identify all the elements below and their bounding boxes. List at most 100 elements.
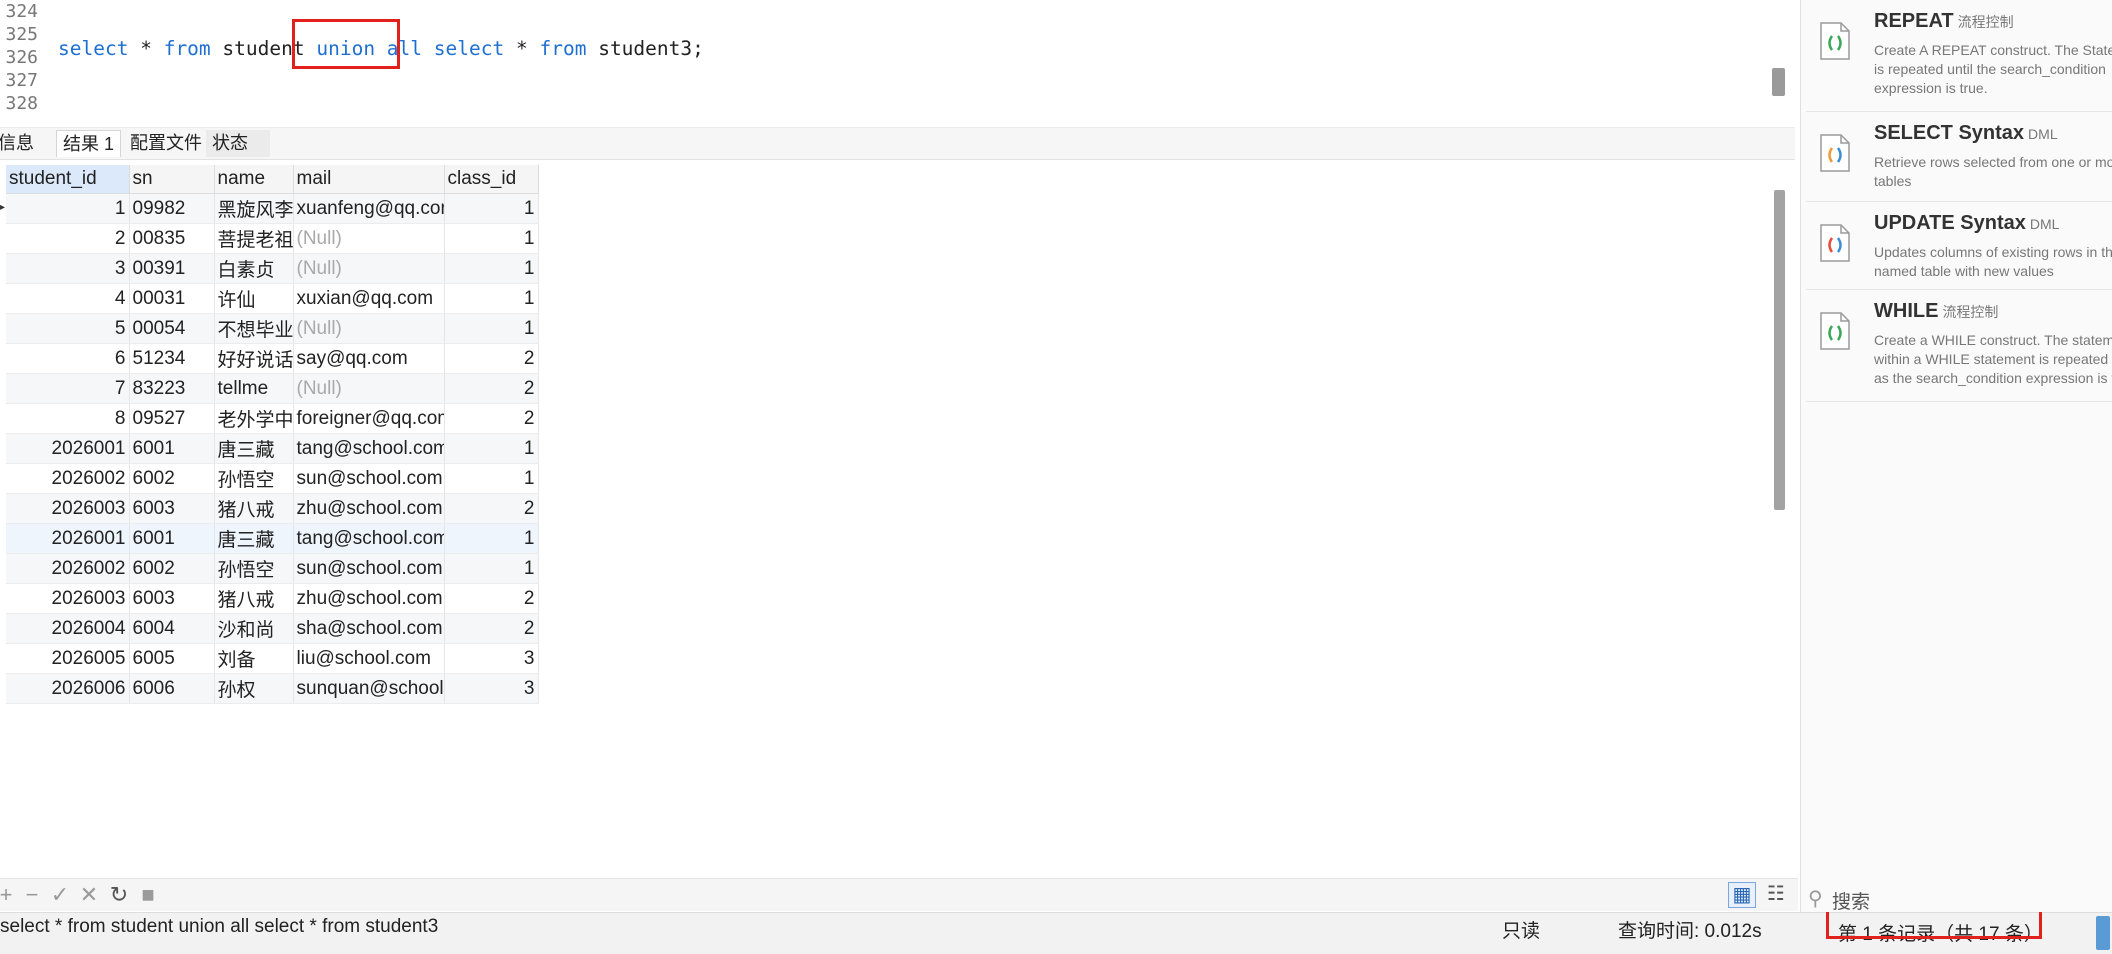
table-cell-mail[interactable]: (Null) [293, 223, 445, 254]
table-row[interactable]: 109982黑旋风李逵xuanfeng@qq.com1 [6, 193, 539, 224]
table-row[interactable]: 2026003 6003 猪八戒 zhu@school.com 2 [6, 493, 539, 524]
check-icon[interactable]: ✓ [48, 883, 72, 907]
table-row[interactable]: 6 51234 好好说话 say@qq.com 2 [6, 343, 539, 374]
table-cell-name[interactable]: 唐三藏 [214, 523, 294, 554]
table-cell-student-id[interactable]: 2026001 [6, 523, 130, 554]
table-cell-mail[interactable]: (Null) [293, 373, 445, 404]
table-cell-mail[interactable]: tang@school.com [293, 433, 445, 464]
table-cell-class-id[interactable]: 1 [444, 283, 539, 314]
table-cell-class-id[interactable]: 2 [444, 613, 539, 644]
snippet-item[interactable]: SELECT Syntax DML Retrieve rows selected f… [1806, 112, 2112, 202]
table-cell-mail[interactable]: xuanfeng@qq.com [293, 193, 445, 224]
tab-profile[interactable]: 配置文件 [124, 130, 208, 157]
table-cell-student-id[interactable]: 2026001 [6, 433, 130, 464]
table-cell-student-id[interactable]: 1 [6, 193, 130, 224]
table-row[interactable]: 2026004 6004 沙和尚 sha@school.com 2 [6, 613, 539, 644]
table-row[interactable]: 3 00391 白素贞 (Null) 1 [6, 253, 539, 284]
table-cell-class-id[interactable]: 1 [444, 523, 539, 554]
table-cell-class-id[interactable]: 2 [444, 343, 539, 374]
table-cell-name[interactable]: 猪八戒 [214, 493, 294, 524]
plus-icon[interactable]: + [0, 883, 18, 907]
table-cell-class-id[interactable]: 2 [444, 493, 539, 524]
table-cell-sn[interactable]: 00391 [129, 253, 215, 284]
column-header-name[interactable]: name [214, 165, 294, 194]
table-cell-name[interactable]: 黑旋风李逵 [214, 193, 294, 224]
table-cell-name[interactable]: 菩提老祖 [214, 223, 294, 254]
table-cell-sn[interactable]: 00835 [129, 223, 215, 254]
table-cell-student-id[interactable]: 2026005 [6, 643, 130, 674]
table-cell-class-id[interactable]: 1 [444, 253, 539, 284]
grid-scrollbar[interactable] [1774, 190, 1785, 510]
table-cell-mail[interactable]: zhu@school.com [293, 493, 445, 524]
table-cell-class-id[interactable]: 3 [444, 643, 539, 674]
table-cell-name[interactable]: 老外学中文 [214, 403, 294, 434]
sql-editor[interactable]: 324 325 326 327 328 select * from studen… [0, 0, 1775, 122]
table-cell-mail[interactable]: sun@school.com [293, 463, 445, 494]
table-cell-student-id[interactable]: 2026004 [6, 613, 130, 644]
table-cell-sn[interactable]: 6006 [129, 673, 215, 704]
table-cell-name[interactable]: 唐三藏 [214, 433, 294, 464]
table-cell-sn[interactable]: 6004 [129, 613, 215, 644]
table-cell-name[interactable]: 白素贞 [214, 253, 294, 284]
table-cell-class-id[interactable]: 2 [444, 373, 539, 404]
refresh-icon[interactable]: ↻ [107, 883, 131, 907]
table-cell-sn[interactable]: 6001 [129, 523, 215, 554]
table-cell-class-id[interactable]: 1 [444, 223, 539, 254]
table-row[interactable]: 20260066006孙权sunquan@school.com3 [6, 673, 539, 704]
table-cell-mail[interactable]: sun@school.com [293, 553, 445, 584]
table-cell-class-id[interactable]: 2 [444, 583, 539, 614]
table-cell-sn[interactable]: 6003 [129, 583, 215, 614]
grid-view-icon[interactable]: ▦ [1728, 882, 1756, 908]
stop-icon[interactable]: ■ [136, 883, 160, 907]
table-row[interactable]: 2026001 6001 唐三藏 tang@school.com 1 [6, 433, 539, 464]
table-cell-student-id[interactable]: 6 [6, 343, 130, 374]
tab-result-1[interactable]: 结果 1 [56, 130, 122, 157]
table-cell-student-id[interactable]: 2026003 [6, 493, 130, 524]
table-cell-student-id[interactable]: 2 [6, 223, 130, 254]
table-cell-sn[interactable]: 83223 [129, 373, 215, 404]
table-cell-name[interactable]: 好好说话 [214, 343, 294, 374]
table-cell-name[interactable]: 孙悟空 [214, 553, 294, 584]
table-cell-student-id[interactable]: 2026002 [6, 553, 130, 584]
table-row[interactable]: 2026005 6005 刘备 liu@school.com 3 [6, 643, 539, 674]
table-cell-sn[interactable]: 6002 [129, 553, 215, 584]
table-cell-sn[interactable]: 09982 [129, 193, 215, 224]
table-cell-sn[interactable]: 6005 [129, 643, 215, 674]
table-cell-name[interactable]: 许仙 [214, 283, 294, 314]
table-cell-mail[interactable]: say@qq.com [293, 343, 445, 374]
editor-scrollbar[interactable] [1772, 68, 1785, 96]
table-row[interactable]: 2026002 6002 孙悟空 sun@school.com 1 [6, 463, 539, 494]
table-cell-class-id[interactable]: 1 [444, 433, 539, 464]
table-cell-sn[interactable]: 00031 [129, 283, 215, 314]
table-cell-student-id[interactable]: 8 [6, 403, 130, 434]
table-cell-mail[interactable]: sha@school.com [293, 613, 445, 644]
column-header-student-id[interactable]: student_id [6, 165, 130, 194]
table-cell-student-id[interactable]: 4 [6, 283, 130, 314]
table-cell-sn[interactable]: 6002 [129, 463, 215, 494]
table-row[interactable]: 4 00031 许仙 xuxian@qq.com 1 [6, 283, 539, 314]
table-cell-name[interactable]: 孙权 [214, 673, 294, 704]
table-cell-sn[interactable]: 00054 [129, 313, 215, 344]
column-header-mail[interactable]: mail [293, 165, 445, 194]
snippet-item[interactable]: WHILE 流程控制 Create a WHILE construct. The s… [1806, 290, 2112, 402]
panel-toggle-icon[interactable] [2096, 916, 2110, 950]
table-cell-class-id[interactable]: 1 [444, 463, 539, 494]
table-cell-class-id[interactable]: 1 [444, 553, 539, 584]
table-cell-name[interactable]: 孙悟空 [214, 463, 294, 494]
table-cell-name[interactable]: 不想毕业 [214, 313, 294, 344]
table-cell-student-id[interactable]: 2026006 [6, 673, 130, 704]
table-cell-student-id[interactable]: 3 [6, 253, 130, 284]
minus-icon[interactable]: − [20, 883, 44, 907]
table-cell-student-id[interactable]: 2026003 [6, 583, 130, 614]
table-cell-student-id[interactable]: 2026002 [6, 463, 130, 494]
snippet-item[interactable]: REPEAT 流程控制 Create A REPEAT construct. The… [1806, 0, 2112, 112]
table-row[interactable]: 2 00835 菩提老祖 (Null) 1 [6, 223, 539, 254]
table-cell-class-id[interactable]: 1 [444, 193, 539, 224]
table-cell-student-id[interactable]: 7 [6, 373, 130, 404]
search-placeholder[interactable]: 搜索 [1832, 887, 1870, 914]
table-cell-mail[interactable]: foreigner@qq.com [293, 403, 445, 434]
table-cell-mail[interactable]: (Null) [293, 313, 445, 344]
table-row[interactable]: 809527老外学中文foreigner@qq.com2 [6, 403, 539, 434]
table-cell-sn[interactable]: 51234 [129, 343, 215, 374]
table-cell-mail[interactable]: liu@school.com [293, 643, 445, 674]
